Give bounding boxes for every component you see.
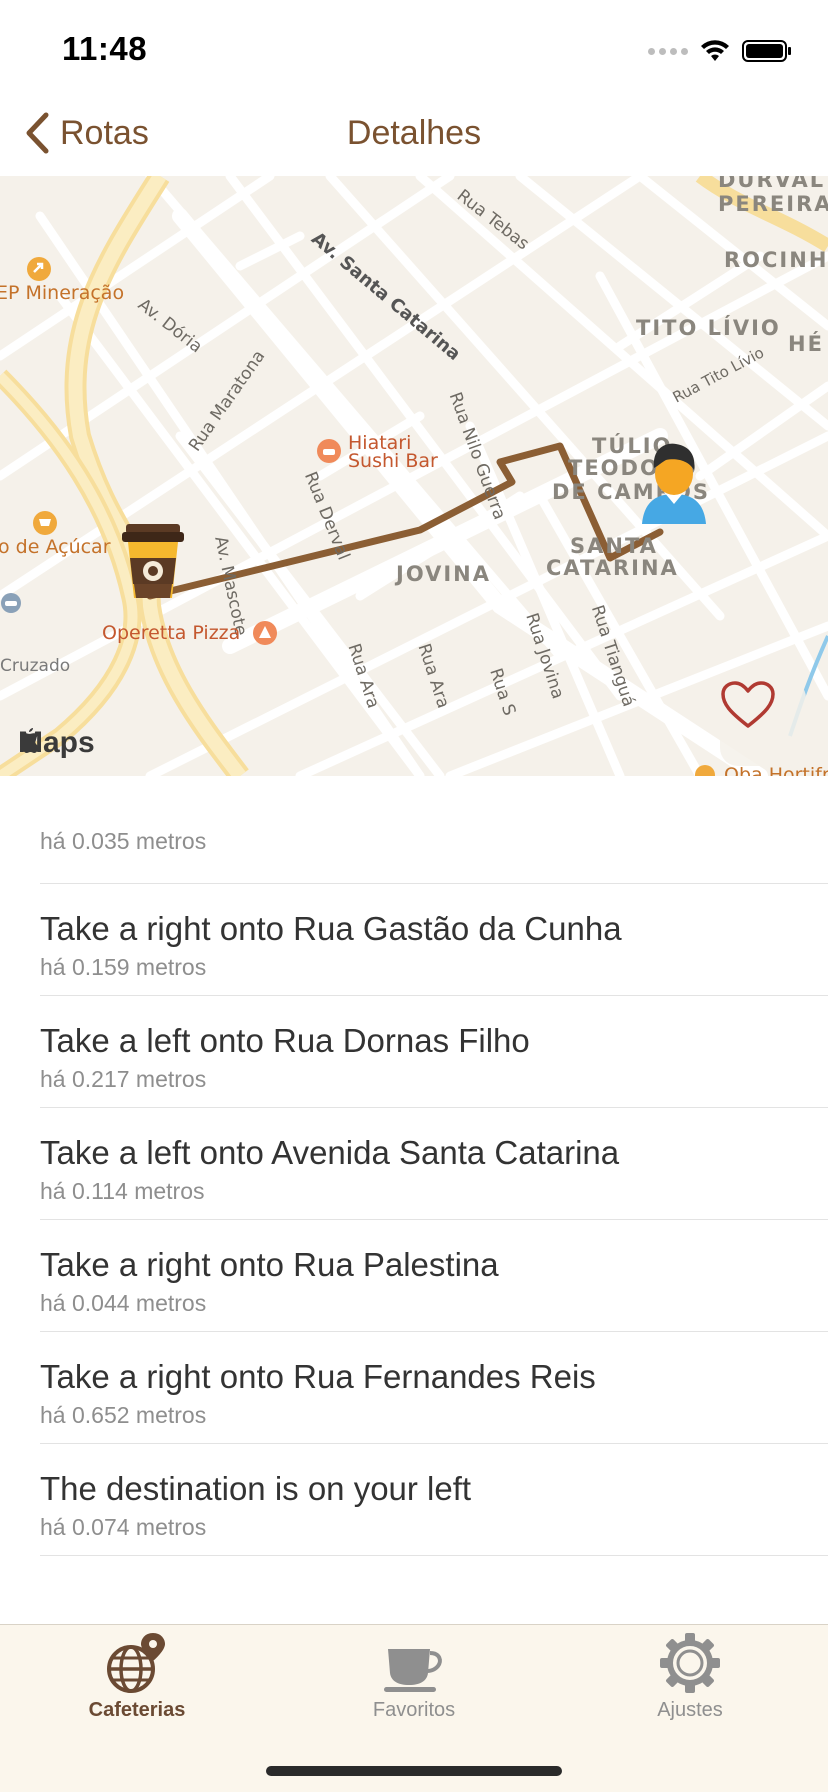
tab-cafeterias[interactable]: Cafeterias <box>37 1631 237 1741</box>
direction-distance: há 0.035 metros <box>40 828 207 854</box>
direction-instruction: Take a right onto Rua Gastão da Cunha <box>40 910 622 947</box>
direction-distance: há 0.044 metros <box>40 1290 207 1316</box>
maps-logo: Maps <box>18 726 95 760</box>
map-poi-label: Sushi Bar <box>348 450 438 472</box>
wifi-icon <box>701 40 729 61</box>
cellular-signal-icon <box>648 47 688 55</box>
mining-poi-icon <box>27 257 51 281</box>
map-district-label: HÉ <box>788 332 824 356</box>
tab-label: Ajustes <box>657 1699 723 1721</box>
direction-distance: há 0.217 metros <box>40 1066 207 1092</box>
direction-row[interactable]: Take a left onto Rua Dornas Filho há 0.2… <box>40 996 828 1108</box>
grocery-poi-icon <box>33 511 57 535</box>
direction-row[interactable]: The destination is on your left há 0.074… <box>40 1444 828 1556</box>
route-map[interactable]: Rua Tebas Av. Santa Catarina Av. Dória R… <box>0 176 828 776</box>
direction-instruction: Take a left onto Avenida Santa Catarina <box>40 1134 620 1171</box>
page-title: Detalhes <box>346 114 482 152</box>
battery-icon <box>742 40 791 62</box>
car-poi-icon <box>1 593 21 613</box>
market-poi-icon <box>695 765 715 776</box>
direction-row[interactable]: Take a right onto Rua Gastão da Cunha há… <box>40 884 828 996</box>
tab-ajustes[interactable]: Ajustes <box>590 1631 790 1741</box>
direction-instruction: The destination is on your left <box>40 1470 472 1507</box>
direction-instruction: Take a left onto Rua Dornas Filho <box>40 1022 530 1059</box>
map-district-label: JOVINA <box>396 562 491 586</box>
map-poi-label: Operetta Pizza <box>102 622 241 644</box>
map-district-label: DURVAL <box>718 176 826 192</box>
restaurant-poi-icon <box>317 439 341 463</box>
direction-distance: há 0.652 metros <box>40 1402 207 1428</box>
home-indicator[interactable] <box>266 1766 562 1776</box>
pizza-poi-icon <box>253 621 277 645</box>
gear-icon <box>660 1633 720 1693</box>
direction-row[interactable]: há 0.035 metros <box>40 776 828 884</box>
tab-favoritos[interactable]: Favoritos <box>314 1631 514 1741</box>
globe-pin-icon <box>107 1633 165 1693</box>
user-location-icon <box>642 443 706 524</box>
heart-icon <box>721 681 775 728</box>
direction-instruction: Take a right onto Rua Fernandes Reis <box>40 1358 596 1395</box>
map-district-label: ROCINH <box>724 248 828 272</box>
direction-distance: há 0.114 metros <box>40 1178 205 1204</box>
status-icons <box>648 36 792 66</box>
directions-list: há 0.035 metros Take a right onto Rua Ga… <box>0 776 828 1556</box>
status-time: 11:48 <box>62 30 148 67</box>
map-district-label: SANTA <box>570 534 658 558</box>
map-poi-label: o de Açúcar <box>0 536 111 558</box>
map-poi-label: Cruzado <box>0 656 71 676</box>
map-poi-label: EP Mineração <box>0 282 125 304</box>
direction-distance: há 0.159 metros <box>40 954 207 980</box>
direction-distance: há 0.074 metros <box>40 1514 207 1540</box>
status-bar: 11:48 <box>0 0 828 100</box>
direction-row[interactable]: Take a right onto Rua Fernandes Reis há … <box>40 1332 828 1444</box>
map-district-label: TITO LÍVIO <box>636 316 781 340</box>
coffee-cup-icon <box>384 1649 442 1692</box>
map-district-label: CATARINA <box>546 556 679 580</box>
tab-label: Cafeterias <box>88 1699 186 1721</box>
tab-label: Favoritos <box>372 1699 456 1721</box>
apple-logo-icon <box>20 728 40 753</box>
navigation-bar: Rotas Detalhes <box>0 100 828 176</box>
coffee-shop-marker-icon[interactable] <box>120 522 186 600</box>
direction-row[interactable]: Take a left onto Avenida Santa Catarina … <box>40 1108 828 1220</box>
direction-row[interactable]: Take a right onto Rua Palestina há 0.044… <box>40 1220 828 1332</box>
direction-instruction: Take a right onto Rua Palestina <box>40 1246 499 1283</box>
favorite-button[interactable] <box>720 680 806 766</box>
map-district-label: PEREIRA <box>718 192 828 216</box>
